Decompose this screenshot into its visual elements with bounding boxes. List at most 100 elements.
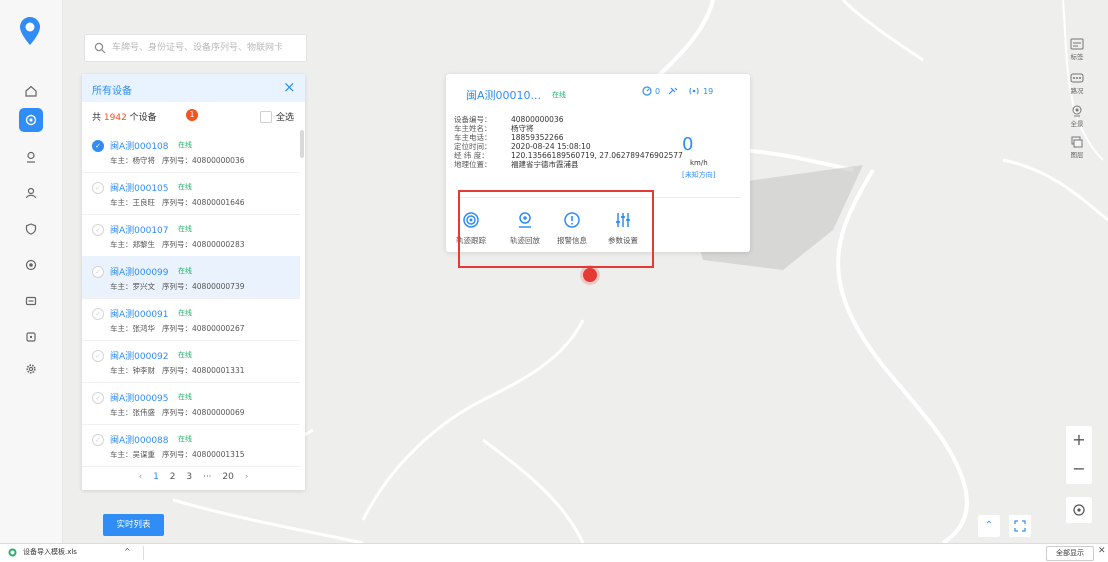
device-status: 在线 (178, 183, 192, 191)
prev-page-button[interactable]: ‹ (139, 472, 143, 482)
device-status: 在线 (178, 309, 192, 317)
device-list-item[interactable]: ✓ 闽A测000108 在线 车主：杨守将 序列号：40800000036 (82, 130, 300, 173)
checkbox-icon[interactable]: ✓ (92, 224, 104, 236)
label-tool[interactable]: 标签 (1065, 38, 1089, 64)
search-input[interactable] (110, 36, 304, 60)
double-chevron-up-icon[interactable]: ⌃ (978, 515, 1000, 537)
page-3-button[interactable]: 3 (186, 472, 192, 482)
count-number: 1942 (103, 113, 127, 123)
owner-name: 杨守将 (132, 156, 156, 165)
owner-label: 车主： (110, 198, 133, 207)
download-bar: 设备导入模板.xls ^ 全部显示 ✕ (0, 543, 1108, 562)
serial-number: 40800000036 (192, 156, 245, 165)
map-location-icon[interactable] (19, 108, 43, 132)
owner-name: 郑黎生 (132, 240, 156, 249)
device-plate: 闽A测000099 (110, 268, 169, 278)
target-icon[interactable] (19, 253, 43, 277)
device-meta: 车主：张伟盛 序列号：40800000069 (110, 407, 245, 418)
checkbox-icon[interactable]: ✓ (92, 434, 104, 446)
label-icon (1070, 38, 1084, 50)
zoom-out-button[interactable]: − (1066, 455, 1092, 483)
select-all-checkbox[interactable]: 全选 (260, 110, 294, 123)
device-list-item[interactable]: ✓ 闽A测000092 在线 车主：钟李财 序列号：40800001331 (82, 340, 300, 383)
locate-button[interactable] (1066, 497, 1092, 523)
traffic-tool[interactable]: 路况 (1065, 72, 1089, 98)
owner-label: 车主： (110, 324, 133, 333)
info-row: 经 纬 度： 120.13566189560719, 27.06278947690… (454, 150, 683, 160)
settings-gear-icon[interactable] (19, 357, 43, 381)
device-status: 在线 (178, 225, 192, 233)
chevron-up-icon[interactable]: ^ (124, 547, 131, 556)
tool-label: 标签 (1070, 53, 1084, 61)
checkbox-icon[interactable]: ✓ (92, 140, 104, 152)
checkbox-icon[interactable]: ✓ (92, 392, 104, 404)
sim-card-icon[interactable] (19, 289, 43, 313)
panorama-tool[interactable]: 全景 (1065, 105, 1089, 131)
device-plate: 闽A测000105 (110, 184, 169, 194)
shield-icon[interactable] (19, 217, 43, 241)
owner-label: 车主： (110, 156, 133, 165)
tool-label: 路况 (1070, 87, 1084, 95)
device-status: 在线 (178, 393, 192, 401)
device-meta: 车主：罗兴文 序列号：40800000739 (110, 281, 245, 292)
list-scrollbar[interactable] (300, 130, 304, 158)
owner-label: 车主： (110, 450, 133, 459)
device-list-item[interactable]: ✓ 闽A测000088 在线 车主：吴谋重 序列号：40800001315 (82, 424, 300, 467)
popup-plate: 闽A测00010... (466, 89, 542, 102)
serial-number: 40800001331 (192, 366, 245, 375)
serial-number: 40800000283 (192, 240, 245, 249)
device-list-item[interactable]: ✓ 闽A测000107 在线 车主：郑黎生 序列号：40800000283 (82, 214, 300, 257)
checkbox-icon[interactable]: ✓ (92, 308, 104, 320)
device-list-item[interactable]: ✓ 闽A测000099 在线 车主：罗兴文 序列号：40800000739 (82, 256, 300, 299)
info-key: 地理位置： (454, 160, 492, 169)
location-pin-logo-icon[interactable] (19, 16, 41, 46)
serial-number: 40800000739 (192, 282, 245, 291)
checkbox-icon[interactable]: ✓ (92, 182, 104, 194)
stat-value-1: 0 (655, 86, 661, 96)
device-meta: 车主：吴谋重 序列号：40800001315 (110, 449, 245, 460)
users-icon[interactable] (19, 181, 43, 205)
fullscreen-icon[interactable] (1009, 515, 1031, 537)
close-icon[interactable]: ✕ (1098, 546, 1106, 556)
device-list-item[interactable]: ✓ 闽A测000091 在线 车主：张鸿华 序列号：40800000267 (82, 298, 300, 341)
zoom-in-button[interactable]: + (1066, 426, 1092, 454)
layer-tool[interactable]: 图层 (1065, 136, 1089, 162)
count-prefix: 共 (92, 113, 102, 123)
info-row: 车主电话： 18859352266 (454, 132, 683, 142)
serial-label: 序列号： (162, 156, 192, 165)
user-location-icon[interactable] (19, 145, 43, 169)
page-2-button[interactable]: 2 (170, 472, 176, 482)
file-icon (8, 548, 17, 556)
zoom-control: + − (1066, 426, 1092, 484)
serial-label: 序列号： (162, 366, 192, 375)
direction-link[interactable]: [未知方向] (682, 170, 715, 180)
owner-label: 车主： (110, 366, 133, 375)
search-bar (84, 34, 307, 62)
checkbox-icon[interactable]: ✓ (92, 350, 104, 362)
home-icon[interactable] (19, 79, 43, 103)
serial-label: 序列号： (162, 324, 192, 333)
device-meta: 车主：杨守将 序列号：40800000036 (110, 155, 245, 166)
device-icon[interactable] (19, 325, 43, 349)
serial-number: 40800000069 (192, 408, 245, 417)
device-list-item[interactable]: ✓ 闽A测000105 在线 车主：王良旺 序列号：40800001646 (82, 172, 300, 215)
alert-badge: 1 (186, 109, 198, 121)
checkbox-icon[interactable]: ✓ (92, 266, 104, 278)
show-all-button[interactable]: 全部显示 (1046, 546, 1094, 561)
checkbox-icon[interactable] (260, 110, 272, 123)
vehicle-marker[interactable] (583, 268, 597, 282)
page-last-button[interactable]: 20 (222, 472, 233, 482)
realtime-list-button[interactable]: 实时列表 (103, 514, 164, 536)
device-plate: 闽A测000108 (110, 142, 169, 152)
device-list-item[interactable]: ✓ 闽A测000095 在线 车主：张伟盛 序列号：40800000069 (82, 382, 300, 425)
close-icon[interactable]: × (283, 78, 296, 96)
owner-name: 张伟盛 (132, 408, 156, 417)
page-1-button[interactable]: 1 (153, 472, 159, 482)
device-meta: 车主：钟李财 序列号：40800001331 (110, 365, 245, 376)
device-plate: 闽A测000092 (110, 352, 169, 362)
popup-status: 在线 (552, 91, 566, 99)
speed-value: 0 (682, 134, 694, 155)
next-page-button[interactable]: › (245, 472, 249, 482)
download-item[interactable]: 设备导入模板.xls (8, 547, 77, 557)
serial-label: 序列号： (162, 240, 192, 249)
